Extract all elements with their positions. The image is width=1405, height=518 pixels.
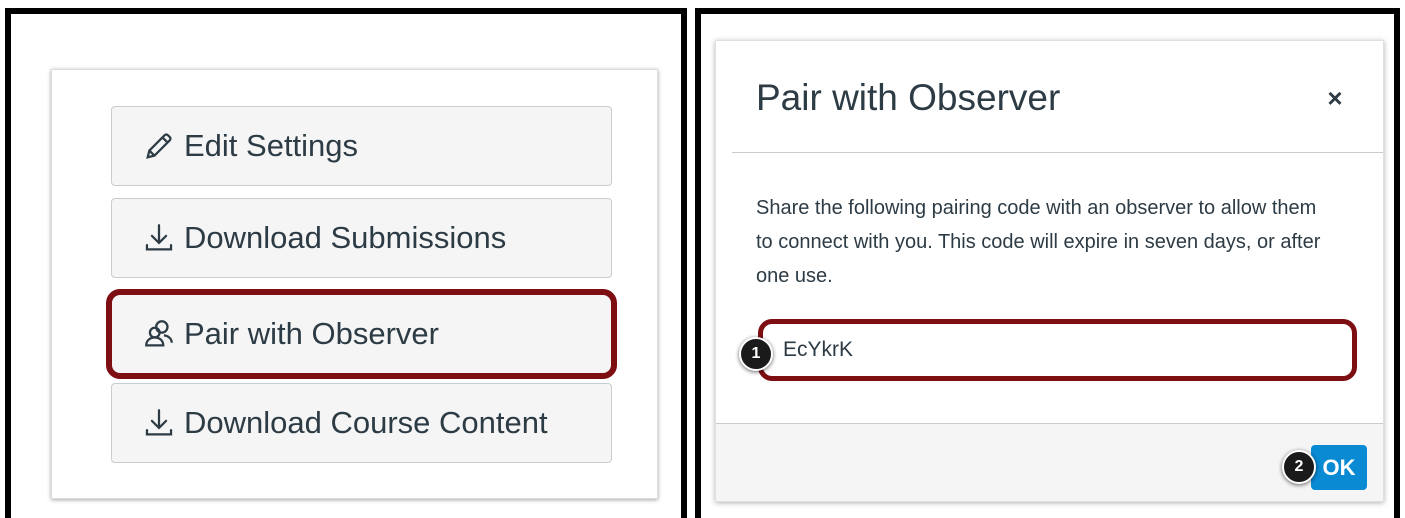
right-panel: Pair with Observer × Share the following… [695,8,1400,518]
edit-settings-button[interactable]: Edit Settings [111,106,612,186]
download-course-content-label: Download Course Content [184,405,548,440]
settings-sidebar-card: Edit Settings Download Submissions Pair … [51,69,658,499]
download-icon [140,404,178,442]
download-submissions-button[interactable]: Download Submissions [111,198,612,278]
edit-settings-label: Edit Settings [184,128,359,163]
ok-button[interactable]: OK [1311,445,1367,490]
download-icon [140,219,178,257]
pairing-code-value: EcYkrK [783,338,854,361]
left-panel: Edit Settings Download Submissions Pair … [5,8,687,518]
download-course-content-button[interactable]: Download Course Content [111,383,612,463]
pair-with-observer-button[interactable]: Pair with Observer [106,289,617,379]
header-divider [732,152,1383,153]
modal-description: Share the following pairing code with an… [756,197,1321,287]
pair-with-observer-label: Pair with Observer [184,316,439,351]
pairing-code-field[interactable]: EcYkrK [758,319,1357,381]
download-submissions-label: Download Submissions [184,220,507,255]
pencil-icon [140,127,178,165]
callout-badge-1: 1 [739,337,773,371]
callout-badge-2: 2 [1282,450,1316,484]
pair-with-observer-modal: Pair with Observer × Share the following… [715,40,1384,502]
modal-title: Pair with Observer [756,77,1061,118]
close-icon[interactable]: × [1320,83,1350,113]
users-icon [140,315,178,353]
